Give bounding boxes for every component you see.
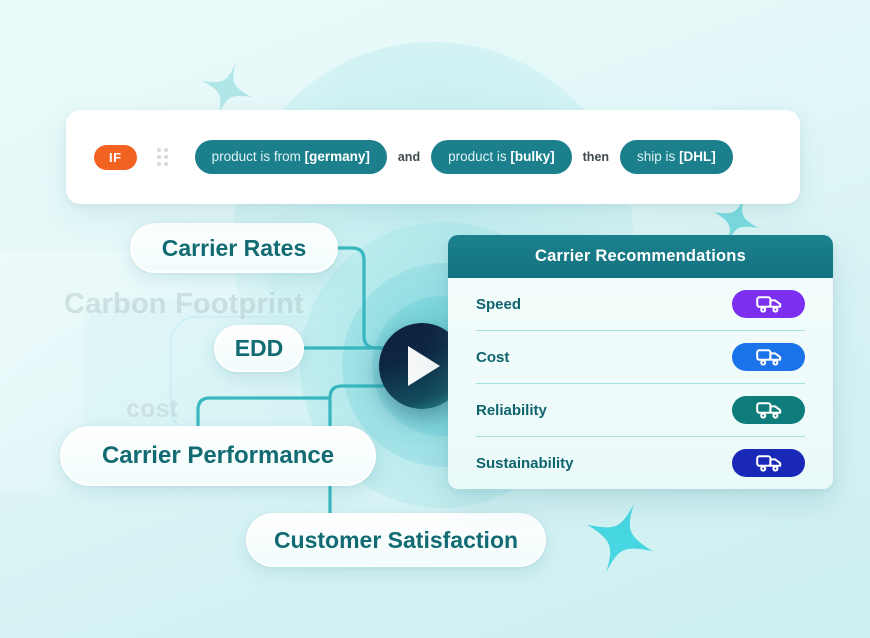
drag-dots-icon[interactable]	[156, 148, 171, 166]
carrier-pill-sustainability[interactable]	[732, 449, 805, 477]
connector-then: then	[582, 150, 610, 164]
node-label: Customer Satisfaction	[273, 526, 519, 553]
node-edd[interactable]: EDD	[214, 325, 304, 372]
row-label: Cost	[476, 348, 510, 366]
truck-icon	[755, 402, 781, 419]
carrier-pill-reliability[interactable]	[732, 396, 805, 424]
condition-chip-country[interactable]: product is from [germany]	[194, 139, 387, 175]
node-carrier-performance[interactable]: Carrier Performance	[60, 426, 376, 486]
truck-icon	[755, 349, 781, 366]
panel-title: Carrier Recommendations	[448, 235, 833, 278]
truck-icon	[755, 455, 781, 472]
carrier-pill-speed[interactable]	[732, 290, 805, 318]
play-triangle-icon	[408, 346, 440, 386]
table-row[interactable]: Speed	[476, 278, 805, 331]
truck-icon	[755, 296, 781, 313]
action-prefix: ship is	[637, 148, 680, 164]
node-label: Carrier Rates	[161, 234, 307, 261]
table-row[interactable]: Reliability	[476, 384, 805, 437]
carrier-recommendations-panel: Carrier Recommendations Speed Cost Relia…	[448, 235, 833, 489]
table-row[interactable]: Sustainability	[476, 437, 805, 489]
action-value: [DHL]	[679, 148, 716, 164]
node-customer-satisfaction[interactable]: Customer Satisfaction	[246, 513, 546, 567]
table-row[interactable]: Cost	[476, 331, 805, 384]
condition-prefix: product is	[448, 148, 511, 164]
node-label: Carrier Performance	[101, 442, 335, 469]
condition-prefix: product is from	[211, 148, 305, 164]
row-label: Sustainability	[476, 454, 574, 472]
carrier-pill-cost[interactable]	[732, 343, 805, 371]
action-chip-carrier[interactable]: ship is [DHL]	[620, 139, 733, 175]
condition-value: [bulky]	[510, 148, 555, 164]
panel-rows: Speed Cost Reliability Sustainability	[448, 278, 833, 489]
connector-and: and	[397, 150, 421, 164]
row-label: Speed	[476, 295, 522, 313]
rule-builder-card: IF product is from [germany] and product…	[66, 110, 800, 204]
condition-chip-size[interactable]: product is [bulky]	[431, 139, 572, 175]
condition-value: [germany]	[304, 148, 370, 164]
node-label: EDD	[234, 335, 284, 361]
illustration-stage: Carbon Footprint cost IF product is from…	[0, 0, 870, 638]
if-badge[interactable]: IF	[94, 144, 137, 170]
node-carrier-rates[interactable]: Carrier Rates	[130, 223, 338, 273]
row-label: Reliability	[476, 401, 547, 419]
